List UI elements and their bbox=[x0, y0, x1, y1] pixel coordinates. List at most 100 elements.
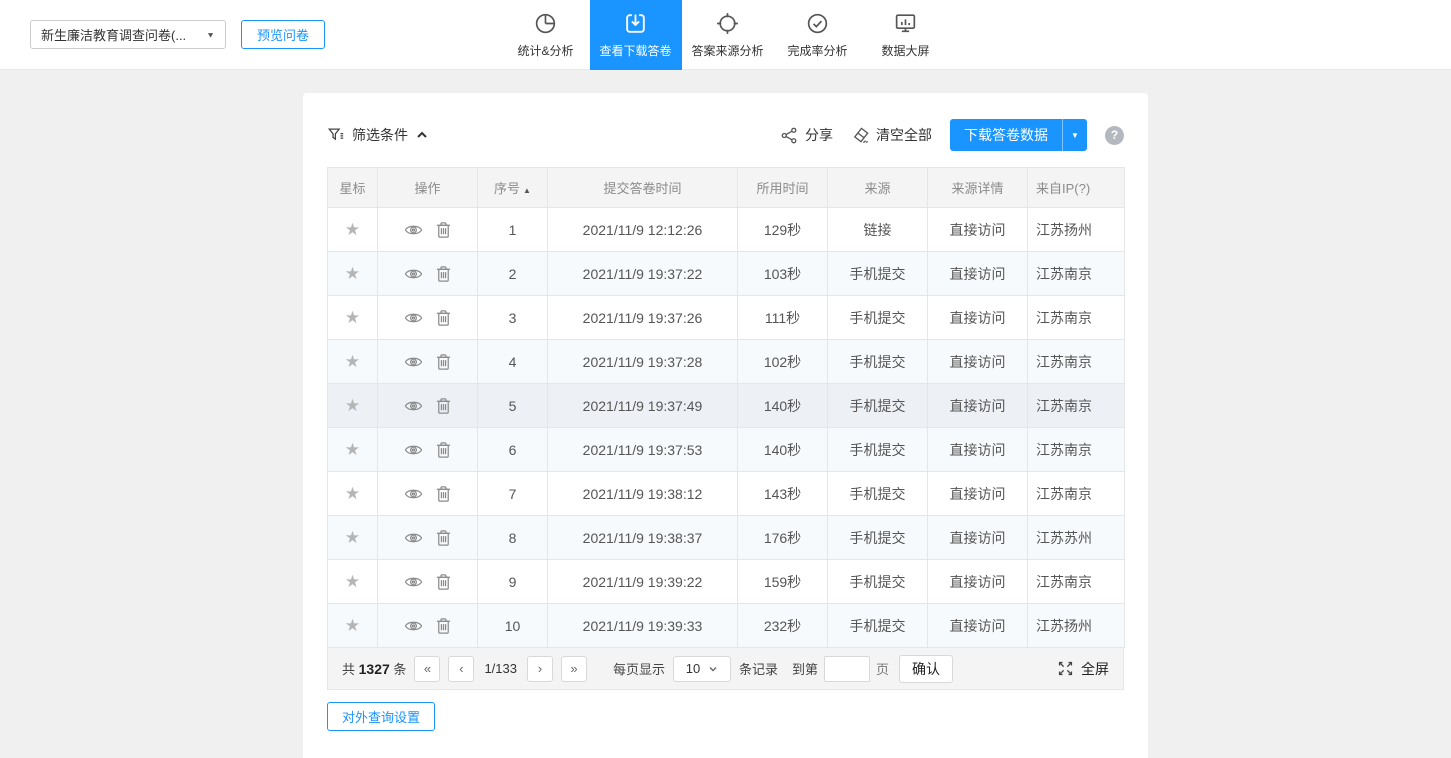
tab-completion-analysis[interactable]: 完成率分析 bbox=[774, 0, 862, 70]
caret-down-icon: ▼ bbox=[1071, 131, 1079, 140]
delete-answer-trash-icon[interactable] bbox=[435, 573, 452, 591]
star-icon[interactable]: ★ bbox=[345, 440, 360, 459]
tab-label: 完成率分析 bbox=[788, 42, 848, 59]
tab-label: 数据大屏 bbox=[882, 42, 930, 59]
delete-answer-trash-icon[interactable] bbox=[435, 309, 452, 327]
toolbar-right: 分享 清空全部 下载答卷数据 ▼ ? bbox=[780, 119, 1124, 151]
column-header-ip: 来自IP(?) bbox=[1028, 168, 1125, 208]
last-page-button[interactable]: » bbox=[561, 656, 587, 682]
tab-view-download-answers[interactable]: 查看下载答卷 bbox=[589, 0, 681, 70]
cell-submit-time: 2021/11/9 19:38:12 bbox=[548, 472, 738, 516]
delete-answer-trash-icon[interactable] bbox=[435, 353, 452, 371]
total-count: 共 1327 条 bbox=[342, 659, 406, 678]
view-answer-eye-icon[interactable] bbox=[404, 354, 423, 370]
view-answer-eye-icon[interactable] bbox=[404, 310, 423, 326]
page-indicator: 1/133 bbox=[484, 661, 517, 676]
tab-label: 查看下载答卷 bbox=[599, 42, 671, 59]
view-answer-eye-icon[interactable] bbox=[404, 486, 423, 502]
view-answer-eye-icon[interactable] bbox=[404, 574, 423, 590]
cell-seq: 4 bbox=[478, 340, 548, 384]
tab-data-screen[interactable]: 数据大屏 bbox=[862, 0, 950, 70]
tab-answer-source-analysis[interactable]: 答案来源分析 bbox=[682, 0, 774, 70]
cell-duration: 143秒 bbox=[738, 472, 828, 516]
cell-duration: 232秒 bbox=[738, 604, 828, 648]
row-actions bbox=[378, 485, 477, 503]
view-answer-eye-icon[interactable] bbox=[404, 530, 423, 546]
cell-source-detail: 直接访问 bbox=[928, 208, 1028, 252]
clear-all-button[interactable]: 清空全部 bbox=[851, 125, 932, 145]
star-icon[interactable]: ★ bbox=[345, 220, 360, 239]
table-row: ★102021/11/9 19:39:33232秒手机提交直接访问江苏扬州 bbox=[328, 604, 1125, 648]
cell-ip: 江苏南京 bbox=[1028, 560, 1125, 604]
cell-duration: 140秒 bbox=[738, 428, 828, 472]
cell-actions bbox=[378, 472, 478, 516]
cell-star: ★ bbox=[328, 472, 378, 516]
cell-ip: 江苏南京 bbox=[1028, 384, 1125, 428]
goto-page-input[interactable] bbox=[824, 656, 870, 682]
star-icon[interactable]: ★ bbox=[345, 352, 360, 371]
delete-answer-trash-icon[interactable] bbox=[435, 485, 452, 503]
column-header-star: 星标 bbox=[328, 168, 378, 208]
star-icon[interactable]: ★ bbox=[345, 308, 360, 327]
next-page-button[interactable]: › bbox=[527, 656, 553, 682]
star-icon[interactable]: ★ bbox=[345, 264, 360, 283]
star-icon[interactable]: ★ bbox=[345, 396, 360, 415]
delete-answer-trash-icon[interactable] bbox=[435, 529, 452, 547]
cell-seq: 8 bbox=[478, 516, 548, 560]
table-row: ★82021/11/9 19:38:37176秒手机提交直接访问江苏苏州 bbox=[328, 516, 1125, 560]
prev-page-button[interactable]: ‹ bbox=[448, 656, 474, 682]
fullscreen-button[interactable]: 全屏 bbox=[1057, 659, 1109, 679]
table-row: ★92021/11/9 19:39:22159秒手机提交直接访问江苏南京 bbox=[328, 560, 1125, 604]
cell-source-detail: 直接访问 bbox=[928, 560, 1028, 604]
delete-answer-trash-icon[interactable] bbox=[435, 265, 452, 283]
star-icon[interactable]: ★ bbox=[345, 484, 360, 503]
view-answer-eye-icon[interactable] bbox=[404, 398, 423, 414]
first-page-button[interactable]: « bbox=[414, 656, 440, 682]
star-icon[interactable]: ★ bbox=[345, 528, 360, 547]
view-answer-eye-icon[interactable] bbox=[404, 266, 423, 282]
cell-source-detail: 直接访问 bbox=[928, 516, 1028, 560]
preview-survey-button[interactable]: 预览问卷 bbox=[241, 20, 325, 49]
cell-source-detail: 直接访问 bbox=[928, 428, 1028, 472]
view-answer-eye-icon[interactable] bbox=[404, 442, 423, 458]
per-page-select[interactable]: 10 bbox=[673, 656, 731, 682]
column-header-seq[interactable]: 序号▲ bbox=[478, 168, 548, 208]
cell-ip: 江苏扬州 bbox=[1028, 604, 1125, 648]
pie-chart-icon bbox=[533, 11, 558, 36]
check-circle-icon bbox=[805, 11, 830, 36]
cell-source-detail: 直接访问 bbox=[928, 252, 1028, 296]
answers-table: 星标 操作 序号▲ 提交答卷时间 所用时间 来源 来源详情 来自IP(?) ★1… bbox=[327, 167, 1125, 648]
help-button[interactable]: ? bbox=[1105, 126, 1124, 145]
answers-card: 筛选条件 分享 bbox=[303, 93, 1148, 758]
cell-ip: 江苏苏州 bbox=[1028, 516, 1125, 560]
star-icon[interactable]: ★ bbox=[345, 616, 360, 635]
share-button[interactable]: 分享 bbox=[780, 125, 833, 145]
cell-duration: 102秒 bbox=[738, 340, 828, 384]
survey-select[interactable]: 新生廉洁教育调查问卷(... ▼ bbox=[30, 20, 226, 49]
delete-answer-trash-icon[interactable] bbox=[435, 617, 452, 635]
star-icon[interactable]: ★ bbox=[345, 572, 360, 591]
cell-star: ★ bbox=[328, 208, 378, 252]
delete-answer-trash-icon[interactable] bbox=[435, 397, 452, 415]
delete-answer-trash-icon[interactable] bbox=[435, 441, 452, 459]
cell-submit-time: 2021/11/9 19:37:26 bbox=[548, 296, 738, 340]
cell-duration: 159秒 bbox=[738, 560, 828, 604]
external-query-settings-button[interactable]: 对外查询设置 bbox=[327, 702, 435, 731]
question-mark-icon: ? bbox=[1111, 128, 1118, 142]
table-row: ★62021/11/9 19:37:53140秒手机提交直接访问江苏南京 bbox=[328, 428, 1125, 472]
filter-conditions-toggle[interactable]: 筛选条件 bbox=[327, 125, 429, 145]
view-answer-eye-icon[interactable] bbox=[404, 222, 423, 238]
download-answers-button[interactable]: 下载答卷数据 bbox=[950, 119, 1062, 151]
delete-answer-trash-icon[interactable] bbox=[435, 221, 452, 239]
cell-actions bbox=[378, 384, 478, 428]
chevron-down-icon: ▼ bbox=[206, 30, 215, 39]
confirm-button[interactable]: 确认 bbox=[899, 655, 953, 683]
survey-select-value: 新生廉洁教育调查问卷(... bbox=[41, 25, 186, 44]
cell-actions bbox=[378, 208, 478, 252]
view-answer-eye-icon[interactable] bbox=[404, 618, 423, 634]
cell-submit-time: 2021/11/9 12:12:26 bbox=[548, 208, 738, 252]
download-options-caret[interactable]: ▼ bbox=[1062, 119, 1087, 151]
tab-stats-analysis[interactable]: 统计&分析 bbox=[501, 0, 589, 70]
target-icon bbox=[715, 11, 740, 36]
tab-label: 答案来源分析 bbox=[692, 42, 764, 59]
